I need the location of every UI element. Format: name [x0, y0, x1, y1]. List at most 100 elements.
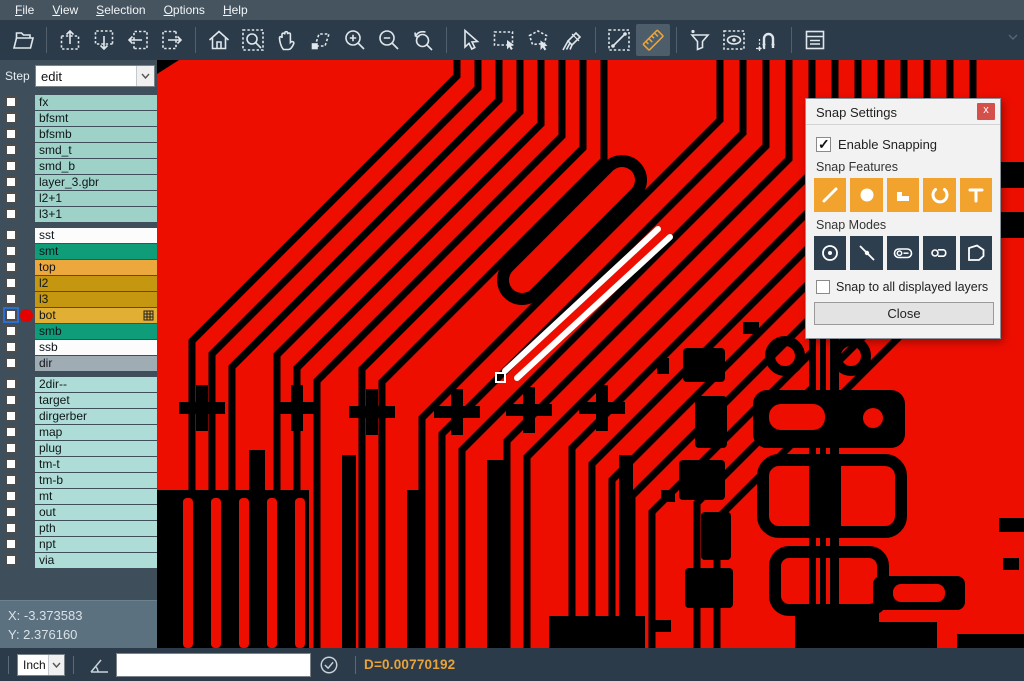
layer-row[interactable]: tm-t [0, 456, 157, 472]
paint-brush-button[interactable] [555, 24, 589, 56]
layer-name[interactable]: sst [35, 228, 157, 243]
toolbar-overflow-chevron-icon[interactable] [1008, 34, 1018, 40]
nudge-down-button[interactable] [87, 24, 121, 56]
snap-feature-arc-button[interactable] [923, 178, 955, 212]
angle-measure-icon[interactable] [88, 655, 110, 675]
layer-row[interactable]: l2 [0, 275, 157, 291]
layer-visibility-checkbox[interactable] [5, 442, 17, 454]
layer-visibility-checkbox[interactable] [5, 293, 17, 305]
layer-name[interactable]: bot [35, 308, 157, 323]
layer-name[interactable]: l3+1 [35, 207, 157, 222]
layer-row[interactable]: l3+1 [0, 206, 157, 222]
view-region-button[interactable] [717, 24, 751, 56]
layer-grid-icon[interactable] [143, 310, 154, 323]
layer-visibility-checkbox[interactable] [5, 245, 17, 257]
layer-visibility-checkbox[interactable] [5, 192, 17, 204]
measure-line-button[interactable] [602, 24, 636, 56]
layer-row[interactable]: tm-b [0, 472, 157, 488]
snap-all-layers-checkbox[interactable] [816, 280, 830, 294]
layer-row[interactable]: map [0, 424, 157, 440]
nudge-left-button[interactable] [121, 24, 155, 56]
layer-name[interactable]: smt [35, 244, 157, 259]
zoom-in-button[interactable] [338, 24, 372, 56]
layer-visibility-checkbox[interactable] [5, 128, 17, 140]
snap-mode-center-button[interactable] [814, 236, 846, 270]
layer-visibility-checkbox[interactable] [5, 474, 17, 486]
layer-visibility-checkbox[interactable] [5, 160, 17, 172]
layers-panel-button[interactable] [798, 24, 832, 56]
layer-row[interactable]: l3 [0, 291, 157, 307]
layer-visibility-checkbox[interactable] [5, 378, 17, 390]
select-polygon-button[interactable] [521, 24, 555, 56]
zoom-selection-button[interactable] [304, 24, 338, 56]
layer-visibility-checkbox[interactable] [5, 208, 17, 220]
layer-visibility-checkbox[interactable] [5, 410, 17, 422]
snap-feature-text-button[interactable] [960, 178, 992, 212]
layer-name[interactable]: via [35, 553, 157, 568]
layer-row[interactable]: smt [0, 243, 157, 259]
layer-row[interactable]: npt [0, 536, 157, 552]
layer-row[interactable]: sst [0, 227, 157, 243]
layer-visibility-checkbox[interactable] [5, 538, 17, 550]
layer-row[interactable]: plug [0, 440, 157, 456]
step-select[interactable]: edit [35, 65, 155, 87]
layer-name[interactable]: 2dir-- [35, 377, 157, 392]
layer-row[interactable]: out [0, 504, 157, 520]
layer-row[interactable]: ssb [0, 339, 157, 355]
layer-row[interactable]: smd_t [0, 142, 157, 158]
snap-mode-pad-with-hole-button[interactable] [887, 236, 919, 270]
layer-name[interactable]: npt [35, 537, 157, 552]
nudge-up-button[interactable] [53, 24, 87, 56]
layer-visibility-checkbox[interactable] [5, 309, 17, 321]
layer-name[interactable]: l2+1 [35, 191, 157, 206]
layer-row[interactable]: smd_b [0, 158, 157, 174]
layer-name[interactable]: tm-b [35, 473, 157, 488]
layer-name[interactable]: smb [35, 324, 157, 339]
layer-visibility-checkbox[interactable] [5, 112, 17, 124]
layer-visibility-checkbox[interactable] [5, 96, 17, 108]
layer-row[interactable]: pth [0, 520, 157, 536]
menu-selection[interactable]: Selection [87, 1, 154, 19]
layer-name[interactable]: map [35, 425, 157, 440]
dialog-titlebar[interactable]: Snap Settings x [806, 99, 1000, 125]
menu-view[interactable]: View [43, 1, 87, 19]
layer-row[interactable]: layer_3.gbr [0, 174, 157, 190]
layer-visibility-checkbox[interactable] [5, 458, 17, 470]
layer-visibility-checkbox[interactable] [5, 176, 17, 188]
layer-row[interactable]: 2dir-- [0, 376, 157, 392]
pan-button[interactable] [270, 24, 304, 56]
apply-check-icon[interactable] [319, 655, 339, 675]
snap-mode-contour-button[interactable] [960, 236, 992, 270]
layer-name[interactable]: dir [35, 356, 157, 371]
snap-feature-line-button[interactable] [814, 178, 846, 212]
layer-name[interactable]: ssb [35, 340, 157, 355]
measure-input[interactable] [116, 653, 311, 677]
layer-visibility-checkbox[interactable] [5, 490, 17, 502]
layer-name[interactable]: l2 [35, 276, 157, 291]
layer-visibility-checkbox[interactable] [5, 229, 17, 241]
zoom-out-button[interactable] [372, 24, 406, 56]
layer-visibility-checkbox[interactable] [5, 426, 17, 438]
snap-mode-closest-point-button[interactable] [850, 236, 882, 270]
layer-row[interactable]: dir [0, 355, 157, 371]
layer-visibility-checkbox[interactable] [5, 394, 17, 406]
open-folder-button[interactable] [6, 24, 40, 56]
layer-visibility-checkbox[interactable] [5, 341, 17, 353]
layer-name[interactable]: bfsmt [35, 111, 157, 126]
layer-name[interactable]: smd_t [35, 143, 157, 158]
snap-mode-pad-open-button[interactable] [923, 236, 955, 270]
select-rectangle-button[interactable] [487, 24, 521, 56]
layer-name[interactable]: layer_3.gbr [35, 175, 157, 190]
layer-name[interactable]: bfsmb [35, 127, 157, 142]
layer-row[interactable]: bfsmb [0, 126, 157, 142]
layer-name[interactable]: l3 [35, 292, 157, 307]
layer-visibility-checkbox[interactable] [5, 277, 17, 289]
dialog-close-button[interactable]: x [977, 103, 995, 120]
layer-name[interactable]: plug [35, 441, 157, 456]
zoom-previous-button[interactable] [406, 24, 440, 56]
snap-feature-circle-button[interactable] [850, 178, 882, 212]
menu-help[interactable]: Help [214, 1, 257, 19]
layer-visibility-checkbox[interactable] [5, 554, 17, 566]
close-button[interactable]: Close [814, 302, 994, 325]
layer-name[interactable]: smd_b [35, 159, 157, 174]
